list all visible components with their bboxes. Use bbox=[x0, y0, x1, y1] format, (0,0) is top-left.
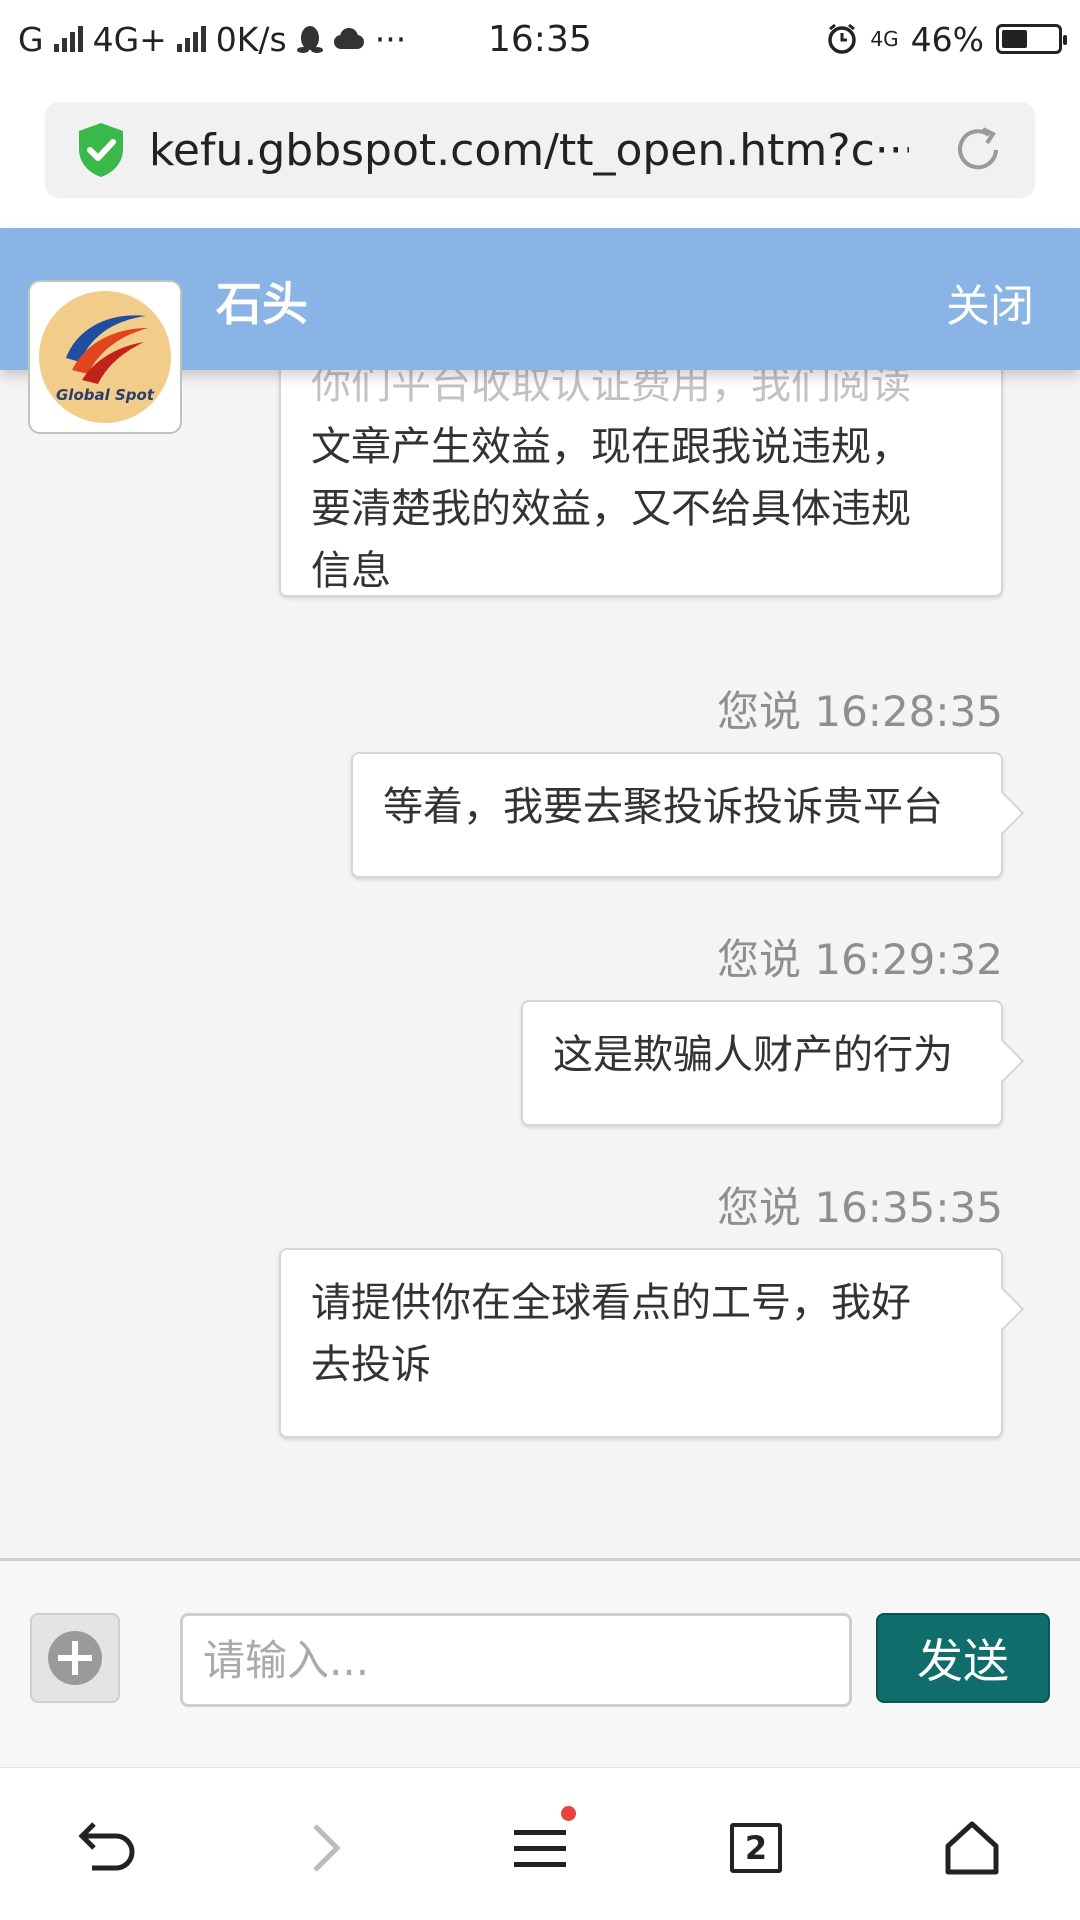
net-speed: 0K/s bbox=[215, 19, 287, 59]
status-right: 4G 46% bbox=[826, 19, 1067, 59]
alarm-icon bbox=[828, 23, 857, 54]
battery-percent: 46% bbox=[910, 19, 984, 59]
message-input[interactable] bbox=[180, 1613, 852, 1707]
message-line: 等着，我要去聚投诉投诉贵平台 bbox=[383, 784, 943, 830]
message-line: 信息 bbox=[311, 548, 391, 594]
clock: 16:35 bbox=[488, 18, 592, 60]
url-text[interactable]: kefu.gbbspot.com/tt_open.htm?c··· bbox=[149, 125, 909, 176]
notification-dot bbox=[561, 1806, 576, 1821]
home-button[interactable] bbox=[932, 1808, 1012, 1888]
chevron-right-icon bbox=[313, 1824, 341, 1872]
cloud-icon bbox=[333, 28, 364, 49]
shield-check-icon bbox=[79, 123, 123, 177]
battery-level bbox=[1002, 30, 1027, 48]
message-bubble: 你们平台收取认证费用，我们阅读 文章产生效益，现在跟我说违规， 要清楚我的效益，… bbox=[279, 370, 1003, 597]
send-button[interactable]: 发送 bbox=[876, 1613, 1050, 1703]
menu-icon bbox=[514, 1830, 566, 1867]
agent-name: 石头 bbox=[216, 277, 308, 331]
address-bar[interactable]: kefu.gbbspot.com/tt_open.htm?c··· bbox=[45, 102, 1035, 198]
message-line: 这是欺骗人财产的行为 bbox=[553, 1032, 953, 1078]
plus-circle-icon bbox=[48, 1631, 102, 1685]
status-left: G 4G+ 0K/s ··· bbox=[18, 20, 488, 59]
message-line: 请提供你在全球看点的工号，我好 bbox=[311, 1280, 911, 1326]
tabs-button[interactable]: 2 bbox=[716, 1808, 796, 1888]
battery-icon bbox=[996, 24, 1067, 54]
message-timestamp: 您说 16:29:32 bbox=[717, 935, 1003, 984]
reload-icon[interactable] bbox=[951, 123, 1005, 177]
message-bubble: 等着，我要去聚投诉投诉贵平台 bbox=[351, 752, 1003, 878]
more-indicator: ··· bbox=[374, 19, 407, 59]
attach-button[interactable] bbox=[30, 1613, 120, 1703]
message-line: 要清楚我的效益，又不给具体违规 bbox=[311, 486, 911, 532]
screen: G 4G+ 0K/s ··· 16:35 4G 46% kefu.gbbspot… bbox=[0, 0, 1080, 1920]
carrier-1-label: G bbox=[18, 19, 44, 59]
message-line: 去投诉 bbox=[311, 1342, 431, 1388]
global-spot-logo: Global Spot bbox=[39, 291, 171, 423]
message-bubble: 这是欺骗人财产的行为 bbox=[521, 1000, 1003, 1126]
forward-button[interactable] bbox=[285, 1808, 365, 1888]
browser-bottom-nav: 2 bbox=[0, 1768, 1080, 1920]
qq-penguin-icon bbox=[296, 26, 323, 53]
message-bubble: 请提供你在全球看点的工号，我好 去投诉 bbox=[279, 1248, 1003, 1438]
message-line: 文章产生效益，现在跟我说违规， bbox=[311, 424, 911, 470]
back-arrow-icon bbox=[78, 1822, 135, 1871]
message-timestamp: 您说 16:35:35 bbox=[717, 1183, 1003, 1232]
signal-1-icon bbox=[53, 26, 83, 52]
close-button[interactable]: 关闭 bbox=[946, 270, 1034, 334]
network-4g-label: 4G bbox=[870, 27, 899, 51]
home-icon bbox=[945, 1821, 999, 1875]
message-list[interactable]: 你们平台收取认证费用，我们阅读 文章产生效益，现在跟我说违规， 要清楚我的效益，… bbox=[0, 370, 1080, 1558]
carrier-2-label: 4G+ bbox=[92, 19, 167, 59]
svg-text:Global Spot: Global Spot bbox=[56, 386, 155, 404]
message-line: 你们平台收取认证费用，我们阅读 bbox=[311, 370, 911, 408]
signal-2-icon bbox=[176, 26, 206, 52]
agent-avatar: Global Spot bbox=[28, 280, 182, 434]
browser-toolbar: kefu.gbbspot.com/tt_open.htm?c··· bbox=[0, 78, 1080, 228]
tab-count: 2 bbox=[730, 1823, 782, 1873]
menu-button[interactable] bbox=[500, 1806, 580, 1888]
input-area: 发送 bbox=[0, 1558, 1080, 1768]
status-bar: G 4G+ 0K/s ··· 16:35 4G 46% bbox=[0, 0, 1080, 78]
back-button[interactable] bbox=[68, 1808, 148, 1888]
message-timestamp: 您说 16:28:35 bbox=[717, 687, 1003, 736]
